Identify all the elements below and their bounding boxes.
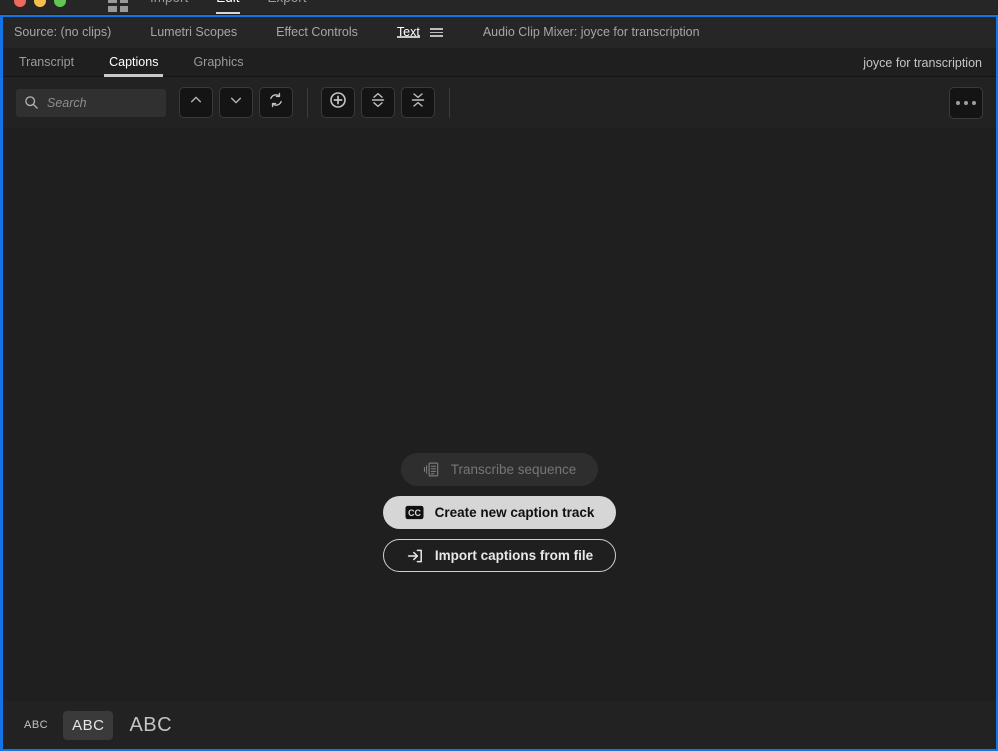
more-options-button[interactable]	[949, 86, 983, 119]
panel-tab-lumetri-scopes[interactable]: Lumetri Scopes	[150, 17, 237, 48]
ellipsis-dot	[964, 100, 968, 105]
merge-captions-button[interactable]	[401, 87, 435, 118]
next-match-button[interactable]	[219, 87, 253, 118]
workspace-tab-label: Export	[268, 0, 307, 5]
traffic-lights	[14, 0, 66, 7]
search-input[interactable]: Search	[16, 88, 166, 117]
closed-caption-icon: CC	[405, 505, 424, 520]
button-label: Transcribe sequence	[450, 462, 577, 477]
grid-cell	[119, 0, 128, 3]
button-label: Create new caption track	[434, 505, 595, 520]
panel-tab-bar: Source: (no clips) Lumetri Scopes Effect…	[3, 17, 996, 48]
text-panel: Source: (no clips) Lumetri Scopes Effect…	[0, 15, 998, 751]
workspace-tab-edit[interactable]: Edit	[216, 0, 240, 14]
sub-tab-label: Transcript	[19, 55, 75, 69]
panel-tab-label: Lumetri Scopes	[150, 24, 238, 39]
toolbar-divider	[449, 87, 450, 118]
import-arrow-icon	[406, 547, 424, 565]
add-caption-button[interactable]	[321, 87, 355, 118]
refresh-icon	[268, 92, 284, 113]
split-caption-button[interactable]	[361, 87, 395, 118]
previous-match-button[interactable]	[179, 87, 213, 118]
panel-tab-label: Effect Controls	[276, 24, 358, 39]
text-size-large-button[interactable]: ABC	[121, 710, 180, 741]
workspace-tab-label: Import	[150, 0, 188, 5]
sequence-name-label: joyce for transcription	[863, 55, 982, 70]
merge-icon	[409, 91, 427, 114]
workspace-tab-export[interactable]: Export	[268, 0, 307, 10]
svg-text:CC: CC	[408, 508, 422, 518]
text-size-bar: ABC ABC ABC	[3, 701, 996, 749]
menu-line	[429, 31, 443, 34]
close-window-button[interactable]	[14, 0, 26, 7]
search-icon	[24, 95, 39, 110]
captions-sub-tab-bar: Transcript Captions Graphics joyce for t…	[3, 48, 996, 77]
toolbar-divider	[307, 87, 308, 118]
menu-line	[429, 35, 443, 37]
workspace-tabs: Import Edit Export	[150, 0, 307, 14]
ellipsis-dot	[972, 100, 976, 105]
text-size-small-button[interactable]: ABC	[17, 714, 55, 736]
grid-cell	[119, 5, 128, 12]
panel-tab-label: Source: (no clips)	[14, 24, 112, 39]
panel-tab-source[interactable]: Source: (no clips)	[14, 17, 111, 48]
grid-cell	[108, 0, 117, 3]
transcribe-sequence-button[interactable]: Transcribe sequence	[400, 453, 599, 486]
home-grid-icon[interactable]	[108, 0, 128, 12]
sub-tab-label: Captions	[109, 55, 159, 69]
panel-tab-audio-clip-mixer[interactable]: Audio Clip Mixer: joyce for transcriptio…	[483, 17, 700, 48]
ellipsis-dot	[956, 100, 960, 105]
search-placeholder: Search	[47, 95, 87, 110]
chevron-down-icon	[229, 93, 243, 112]
button-label: Import captions from file	[434, 548, 594, 563]
text-size-label: ABC	[24, 719, 49, 731]
chevron-up-icon	[189, 93, 203, 112]
import-captions-from-file-button[interactable]: Import captions from file	[382, 539, 617, 572]
text-size-label: ABC	[72, 716, 105, 734]
app-window-chrome: Import Edit Export	[0, 0, 998, 14]
panel-tab-effect-controls[interactable]: Effect Controls	[276, 17, 358, 48]
text-size-label: ABC	[129, 713, 173, 736]
maximize-window-button[interactable]	[54, 0, 66, 7]
captions-toolbar: Search	[3, 77, 996, 128]
panel-tab-text[interactable]: Text	[396, 17, 443, 48]
menu-line	[429, 28, 443, 30]
panel-tab-label: Audio Clip Mixer: joyce for transcriptio…	[482, 24, 700, 39]
tab-graphics[interactable]: Graphics	[188, 48, 248, 77]
plus-circle-icon	[329, 91, 347, 114]
grid-cell	[108, 5, 117, 12]
create-new-caption-track-button[interactable]: CC Create new caption track	[382, 496, 617, 529]
hamburger-menu-icon[interactable]	[429, 28, 443, 37]
minimize-window-button[interactable]	[34, 0, 46, 7]
workspace-tab-import[interactable]: Import	[150, 0, 188, 10]
tab-transcript[interactable]: Transcript	[14, 48, 79, 77]
panel-tab-label: Text	[396, 24, 420, 39]
workspace-tab-label: Edit	[216, 0, 239, 5]
transcribe-document-icon	[423, 461, 440, 478]
sync-captions-button[interactable]	[259, 87, 293, 118]
captions-empty-state: Transcribe sequence CC Create new captio…	[3, 128, 996, 729]
tab-captions[interactable]: Captions	[104, 48, 164, 77]
empty-state-actions: Transcribe sequence CC Create new captio…	[3, 453, 996, 572]
text-size-medium-button[interactable]: ABC	[63, 710, 114, 740]
sub-tab-label: Graphics	[193, 55, 244, 69]
split-icon	[369, 91, 387, 114]
